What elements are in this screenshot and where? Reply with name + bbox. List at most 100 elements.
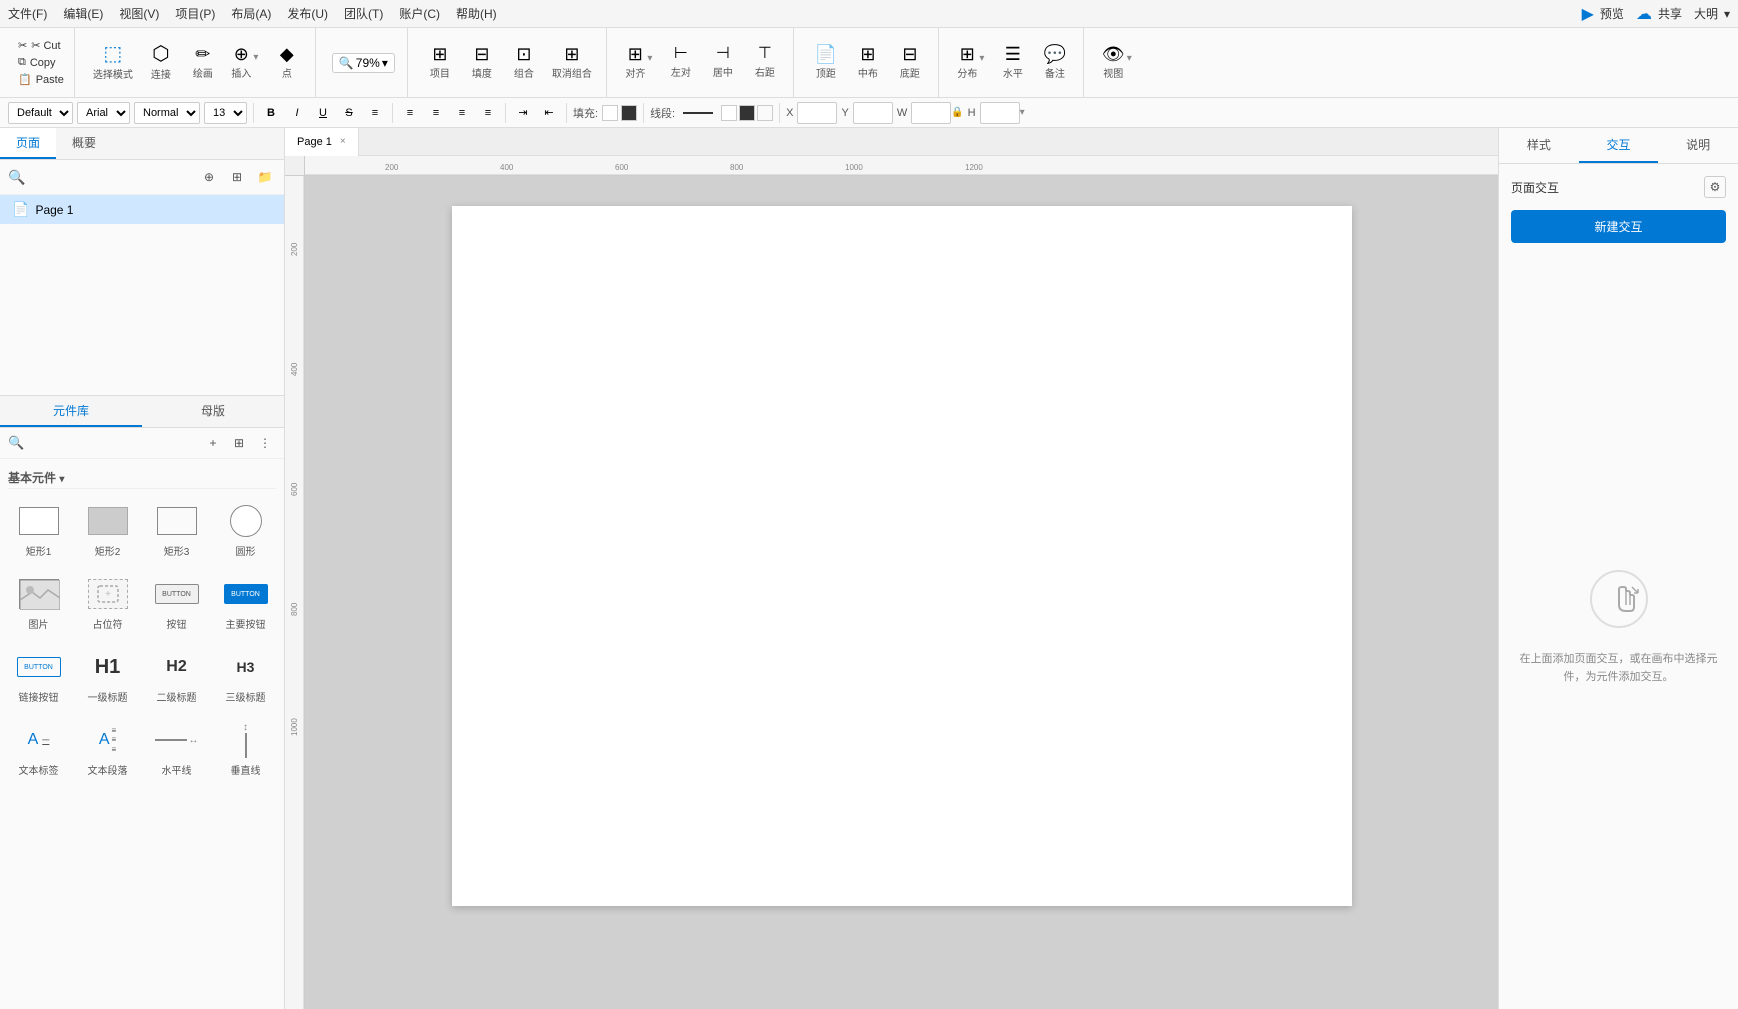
insert-tool[interactable]: ⊕ 插入 ▾ xyxy=(225,41,265,84)
component-image[interactable]: 图片 xyxy=(8,570,69,635)
user-area[interactable]: 大明 ▾ xyxy=(1694,5,1730,22)
bold-btn[interactable]: B xyxy=(260,102,282,124)
stroke-color[interactable] xyxy=(721,105,737,121)
add-component-btn[interactable]: + xyxy=(202,432,224,454)
indent-btn[interactable]: ⇥ xyxy=(512,102,534,124)
align-right-tool[interactable]: ⊤ 右距 xyxy=(745,42,785,83)
component-h2[interactable]: H2 二级标题 xyxy=(146,643,207,708)
w-lock[interactable]: 🔒 xyxy=(951,107,963,118)
align-left-tool[interactable]: ⊢ 左对 xyxy=(661,42,701,83)
h-lock[interactable]: ▾ xyxy=(1020,107,1025,118)
component-rect1[interactable]: 矩形1 xyxy=(8,497,69,562)
strikethrough-btn[interactable]: S xyxy=(338,102,360,124)
component-primarybtn[interactable]: BUTTON 主要按钮 xyxy=(215,570,276,635)
component-linkbtn[interactable]: BUTTON 链接按钮 xyxy=(8,643,69,708)
distribute-h-tool[interactable]: ⊞ 分布 ▾ xyxy=(951,41,991,84)
y-input[interactable] xyxy=(853,102,893,124)
page-tool[interactable]: 📄 顶距 xyxy=(806,41,846,84)
format-sep1 xyxy=(253,103,254,123)
bottom-tool[interactable]: ⊟ 底距 xyxy=(890,41,930,84)
page-view-btn[interactable]: ⊞ xyxy=(226,166,248,188)
component-textarea[interactable]: A ≡≡≡ 文本段落 xyxy=(77,716,138,781)
component-rect2[interactable]: 矩形2 xyxy=(77,497,138,562)
page-search-input[interactable] xyxy=(31,166,192,188)
fill-color[interactable] xyxy=(602,105,618,121)
menu-account[interactable]: 账户(C) xyxy=(399,5,440,22)
canvas[interactable] xyxy=(305,176,1498,1009)
component-h1[interactable]: H1 一级标题 xyxy=(77,643,138,708)
size-select[interactable]: 13 xyxy=(204,102,247,124)
share-btn[interactable]: ☁ 共享 xyxy=(1636,4,1682,24)
tab-style[interactable]: 样式 xyxy=(1499,128,1579,163)
x-input[interactable] xyxy=(797,102,837,124)
stroke-color2[interactable] xyxy=(739,105,755,121)
component-rect3[interactable]: 矩形3 xyxy=(146,497,207,562)
component-placeholder[interactable]: + 占位符 xyxy=(77,570,138,635)
fill-color2[interactable] xyxy=(621,105,637,121)
page-interaction-settings[interactable]: ⚙ xyxy=(1704,176,1726,198)
copy-btn[interactable]: ⧉ Copy xyxy=(16,55,58,70)
style-select[interactable]: Default xyxy=(8,102,73,124)
group-tool[interactable]: ⊞ 项目 xyxy=(420,41,460,84)
tab-notes[interactable]: 说明 xyxy=(1658,128,1738,163)
list-btn[interactable]: ≡ xyxy=(364,102,386,124)
combine-tool[interactable]: ⊡ 组合 xyxy=(504,41,544,84)
center-tool[interactable]: ⊞ 中布 xyxy=(848,41,888,84)
w-input[interactable] xyxy=(911,102,951,124)
align-justify-btn[interactable]: ≡ xyxy=(477,102,499,124)
paste-btn[interactable]: 📋 Paste xyxy=(16,72,66,87)
underline-btn[interactable]: U xyxy=(312,102,334,124)
tab-outline[interactable]: 概要 xyxy=(56,128,112,159)
outdent-btn[interactable]: ⇤ xyxy=(538,102,560,124)
menu-publish[interactable]: 发布(U) xyxy=(287,5,328,22)
italic-btn[interactable]: I xyxy=(286,102,308,124)
vision-tool[interactable]: 👁 视图 ▾ xyxy=(1096,41,1138,84)
annotate-tool[interactable]: 💬 备注 xyxy=(1035,41,1075,84)
component-more-btn[interactable]: ⋮ xyxy=(254,432,276,454)
new-interaction-btn[interactable]: 新建交互 xyxy=(1511,210,1726,243)
menu-edit[interactable]: 编辑(E) xyxy=(63,5,103,22)
align-center-btn[interactable]: ≡ xyxy=(425,102,447,124)
ungroup-tool[interactable]: ⊞ 取消组合 xyxy=(546,41,598,84)
font-select[interactable]: Arial xyxy=(77,102,130,124)
align-left-btn[interactable]: ≡ xyxy=(399,102,421,124)
zoom-control[interactable]: 🔍 79% ▾ xyxy=(332,53,395,73)
menu-file[interactable]: 文件(F) xyxy=(8,5,47,22)
component-vline[interactable]: ↕ 垂直线 xyxy=(215,716,276,781)
canvas-tab-page1[interactable]: Page 1 × xyxy=(285,128,359,156)
select-tool[interactable]: ⬚ 选择模式 xyxy=(87,40,139,85)
h-input[interactable] xyxy=(980,102,1020,124)
add-page-btn[interactable]: ⊕ xyxy=(198,166,220,188)
canvas-tab-close[interactable]: × xyxy=(340,136,346,147)
distribute-tool[interactable]: ⊟ 填度 xyxy=(462,41,502,84)
align-tool[interactable]: ⊞ 对齐 ▾ xyxy=(619,41,659,84)
menu-view[interactable]: 视图(V) xyxy=(119,5,159,22)
component-circle[interactable]: 圆形 xyxy=(215,497,276,562)
align-center-tool[interactable]: ⊣ 居中 xyxy=(703,42,743,83)
h-level-tool[interactable]: ☰ 水平 xyxy=(993,41,1033,84)
tab-master[interactable]: 母版 xyxy=(142,396,284,427)
tab-pages[interactable]: 页面 xyxy=(0,128,56,159)
preview-btn[interactable]: ▶ 预览 xyxy=(1582,4,1624,24)
stroke-color3[interactable] xyxy=(757,105,773,121)
component-textlabel[interactable]: A ─ 文本标签 xyxy=(8,716,69,781)
tab-interact[interactable]: 交互 xyxy=(1579,128,1659,163)
page-folder-btn[interactable]: 📁 xyxy=(254,166,276,188)
align-right-btn[interactable]: ≡ xyxy=(451,102,473,124)
component-search-input[interactable] xyxy=(28,433,198,453)
draw-tool[interactable]: ✏ 绘画 xyxy=(183,41,223,84)
page-item-page1[interactable]: 📄 Page 1 xyxy=(0,195,284,224)
tab-library[interactable]: 元件库 xyxy=(0,396,142,427)
menu-help[interactable]: 帮助(H) xyxy=(456,5,497,22)
menu-layout[interactable]: 布局(A) xyxy=(231,5,271,22)
cut-btn[interactable]: ✂ ✂ Cut xyxy=(16,38,63,53)
point-tool[interactable]: ◆ 点 xyxy=(267,41,307,84)
component-hline[interactable]: ↔ 水平线 xyxy=(146,716,207,781)
menu-team[interactable]: 团队(T) xyxy=(344,5,383,22)
component-button[interactable]: BUTTON 按钮 xyxy=(146,570,207,635)
connect-tool[interactable]: ⬡ 连接 xyxy=(141,40,181,85)
menu-project[interactable]: 项目(P) xyxy=(175,5,215,22)
weight-select[interactable]: Normal xyxy=(134,102,200,124)
component-view-btn[interactable]: ⊞ xyxy=(228,432,250,454)
component-h3[interactable]: H3 三级标题 xyxy=(215,643,276,708)
